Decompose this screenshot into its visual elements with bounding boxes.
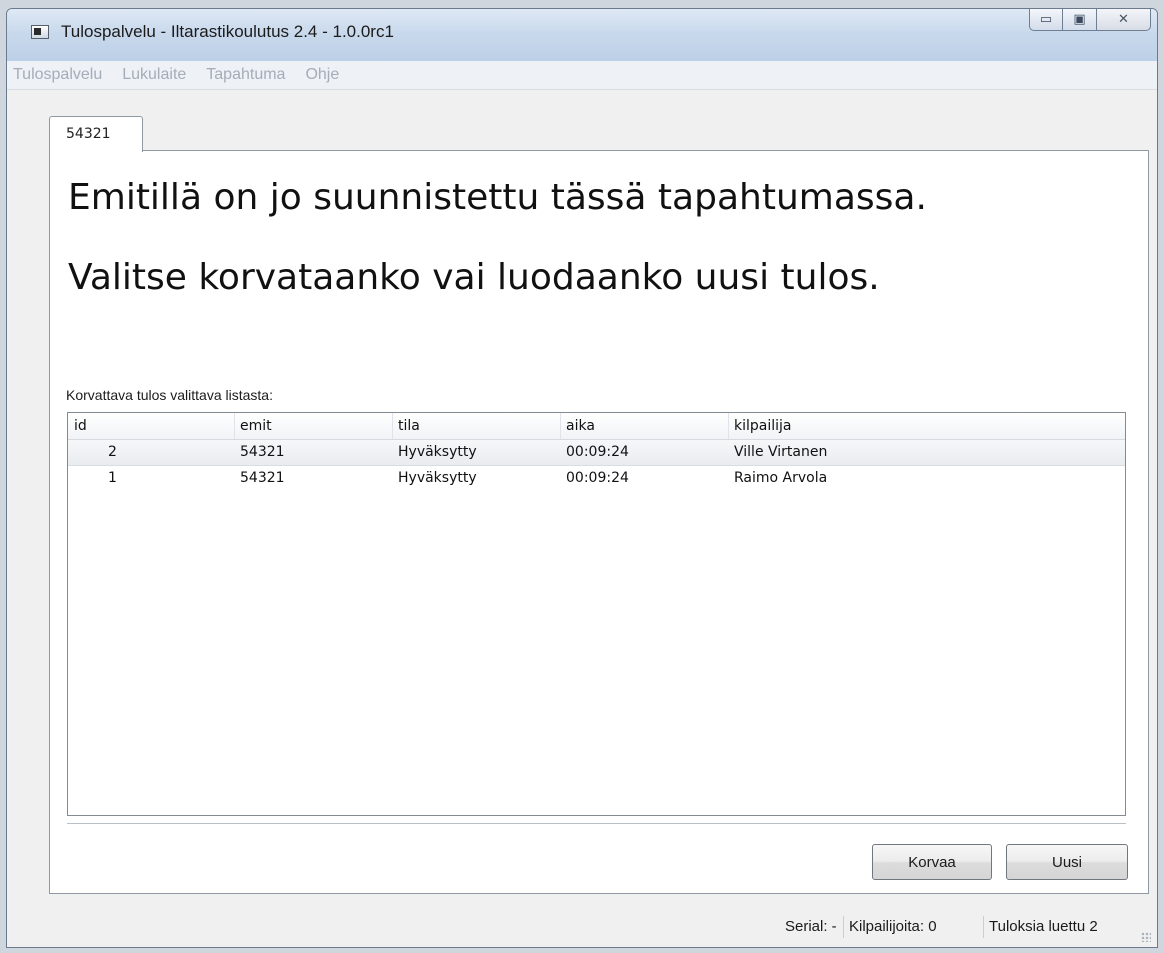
menu-bar: Tulospalvelu Lukulaite Tapahtuma Ohje xyxy=(7,61,1157,90)
minimize-button[interactable]: ▭ xyxy=(1029,9,1063,31)
minimize-icon: ▭ xyxy=(1039,12,1053,27)
results-table[interactable]: id emit tila aika kilpailija 2 54321 Hyv… xyxy=(67,412,1126,816)
replace-button[interactable]: Korvaa xyxy=(872,844,992,880)
window-controls: ▭ ▣ ✕ xyxy=(1029,9,1151,33)
menu-ohje[interactable]: Ohje xyxy=(303,64,341,86)
menu-lukulaite[interactable]: Lukulaite xyxy=(120,64,188,86)
status-divider xyxy=(983,916,984,938)
column-header-emit[interactable]: emit xyxy=(234,413,272,439)
resize-grip-icon[interactable] xyxy=(1141,932,1151,942)
new-button[interactable]: Uusi xyxy=(1006,844,1128,880)
status-serial: Serial: - xyxy=(785,918,837,935)
cell-id: 2 xyxy=(108,444,117,460)
table-row[interactable]: 1 54321 Hyväksytty 00:09:24 Raimo Arvola xyxy=(68,466,1125,491)
window-title: Tulospalvelu - Iltarastikoulutus 2.4 - 1… xyxy=(61,22,394,41)
column-header-tila[interactable]: tila xyxy=(392,413,420,439)
app-icon[interactable] xyxy=(31,25,49,39)
app-window: Tulospalvelu - Iltarastikoulutus 2.4 - 1… xyxy=(6,8,1158,948)
message-line-2: Valitse korvataanko vai luodaanko uusi t… xyxy=(68,257,880,298)
status-bar: Serial: - Kilpailijoita: 0 Tuloksia luet… xyxy=(7,906,1157,947)
cell-emit: 54321 xyxy=(240,444,285,460)
table-row[interactable]: 2 54321 Hyväksytty 00:09:24 Ville Virtan… xyxy=(68,440,1125,466)
cell-aika: 00:09:24 xyxy=(566,470,629,486)
status-competitors: Kilpailijoita: 0 xyxy=(849,918,937,935)
maximize-icon: ▣ xyxy=(1073,12,1086,27)
tab-54321[interactable]: 54321 xyxy=(49,116,143,152)
cell-tila: Hyväksytty xyxy=(398,470,477,486)
cell-kilpailija: Raimo Arvola xyxy=(734,470,828,486)
cell-aika: 00:09:24 xyxy=(566,444,629,460)
cell-emit: 54321 xyxy=(240,470,285,486)
divider xyxy=(67,823,1126,824)
menu-tulospalvelu[interactable]: Tulospalvelu xyxy=(11,64,104,86)
tab-panel: Emitillä on jo suunnistettu tässä tapaht… xyxy=(49,150,1149,894)
list-label: Korvattava tulos valittava listasta: xyxy=(66,387,273,403)
close-button[interactable]: ✕ xyxy=(1097,9,1151,31)
title-bar[interactable]: Tulospalvelu - Iltarastikoulutus 2.4 - 1… xyxy=(7,9,1157,62)
status-results-read: Tuloksia luettu 2 xyxy=(989,918,1098,935)
menu-tapahtuma[interactable]: Tapahtuma xyxy=(204,64,287,86)
status-divider xyxy=(843,916,844,938)
table-header: id emit tila aika kilpailija xyxy=(68,413,1125,440)
maximize-button[interactable]: ▣ xyxy=(1063,9,1097,31)
column-header-kilpailija[interactable]: kilpailija xyxy=(728,413,792,439)
column-header-id[interactable]: id xyxy=(74,418,87,434)
close-icon: ✕ xyxy=(1118,12,1129,27)
column-header-aika[interactable]: aika xyxy=(560,413,595,439)
cell-kilpailija: Ville Virtanen xyxy=(734,444,828,460)
cell-id: 1 xyxy=(108,470,117,486)
message-line-1: Emitillä on jo suunnistettu tässä tapaht… xyxy=(68,177,927,218)
cell-tila: Hyväksytty xyxy=(398,444,477,460)
